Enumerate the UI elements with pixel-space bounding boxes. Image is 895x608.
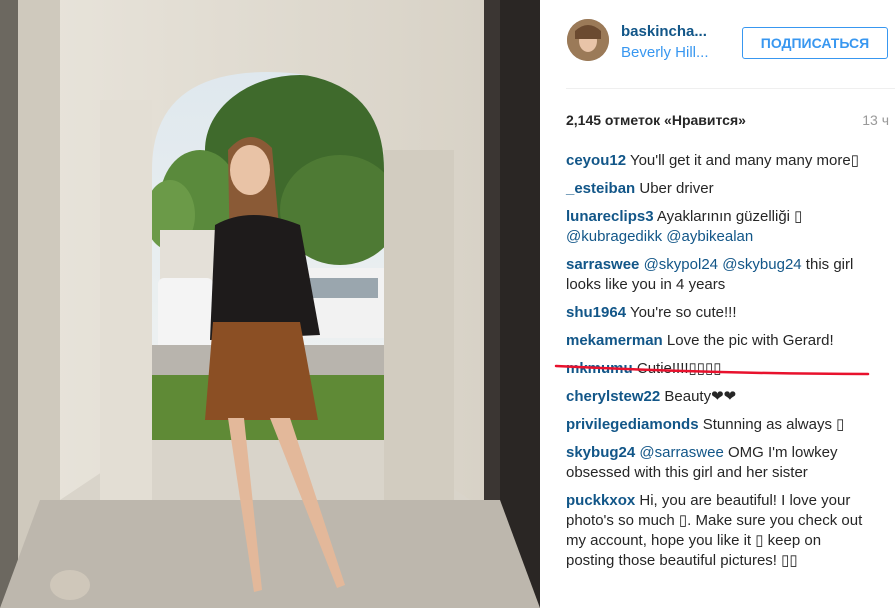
comment: mekamerman Love the pic with Gerard! [566,331,870,351]
comment-username[interactable]: lunareclips3 [566,208,654,225]
comment: skybug24 @sarraswee OMG I'm lowkey obses… [566,443,870,483]
comment-text: Uber driver [635,180,714,197]
divider [566,88,895,89]
comment-text: Ayaklarının güzelliği ▯ [653,208,803,225]
comment: shu1964 You're so cute!!! [566,303,870,323]
post-username[interactable]: baskincha... [621,23,707,40]
comment-username[interactable]: mekamerman [566,332,663,349]
photo-image [0,0,540,608]
comment: _esteiban Uber driver [566,179,870,199]
likes-count[interactable]: 2,145 отметок «Нравится» [566,112,746,128]
comment-mention[interactable]: @skypol24 [644,256,718,273]
avatar[interactable] [567,19,609,61]
post-location[interactable]: Beverly Hill... [621,44,709,61]
post-time: 13 ч [862,112,889,128]
comment: cherylstew22 Beauty❤❤ [566,387,870,407]
comment-text: Love the pic with Gerard! [662,332,834,349]
comment: ceyou12 You'll get it and many many more… [566,151,870,171]
comment-text: Stunning as always ▯ [698,416,845,433]
post-details-panel: baskincha... Beverly Hill... ПОДПИСАТЬСЯ… [540,0,895,608]
comment-text: Beauty❤❤ [660,388,737,405]
post-photo [0,0,540,608]
avatar-image [567,19,609,61]
comment-username[interactable]: cherylstew22 [566,388,660,405]
comment-username[interactable]: _esteiban [566,180,635,197]
comment-username[interactable]: privilegediamonds [566,416,699,433]
comment-mention[interactable]: @aybikealan [666,228,753,245]
comment-mention[interactable]: @skybug24 [722,256,801,273]
comment-mention[interactable]: @kubragedikk [566,228,662,245]
follow-button[interactable]: ПОДПИСАТЬСЯ [742,27,888,59]
comment-text: You'll get it and many many more▯ [626,152,859,169]
comment-mention[interactable]: @sarraswee [639,444,723,461]
comment-text: Cutie!!!!▯▯▯▯ [632,360,722,377]
comment-username[interactable]: shu1964 [566,304,626,321]
post-header: baskincha... Beverly Hill... ПОДПИСАТЬСЯ [540,0,895,88]
comment-username[interactable]: mkmumu [566,360,633,377]
comment-username[interactable]: sarraswee [566,256,639,273]
comment: lunareclips3 Ayaklarının güzelliği ▯ @ku… [566,207,870,247]
comment-username[interactable]: puckkxox [566,492,635,509]
comment-username[interactable]: skybug24 [566,444,635,461]
comment: puckkxox Hi, you are beautiful! I love y… [566,491,870,571]
comment-list: ceyou12 You'll get it and many many more… [566,151,870,579]
comment: sarraswee @skypol24 @skybug24 this girl … [566,255,870,295]
comment-text: You're so cute!!! [626,304,737,321]
comment: mkmumu Cutie!!!!▯▯▯▯ [566,359,870,379]
comment: privilegediamonds Stunning as always ▯ [566,415,870,435]
comment-username[interactable]: ceyou12 [566,152,626,169]
